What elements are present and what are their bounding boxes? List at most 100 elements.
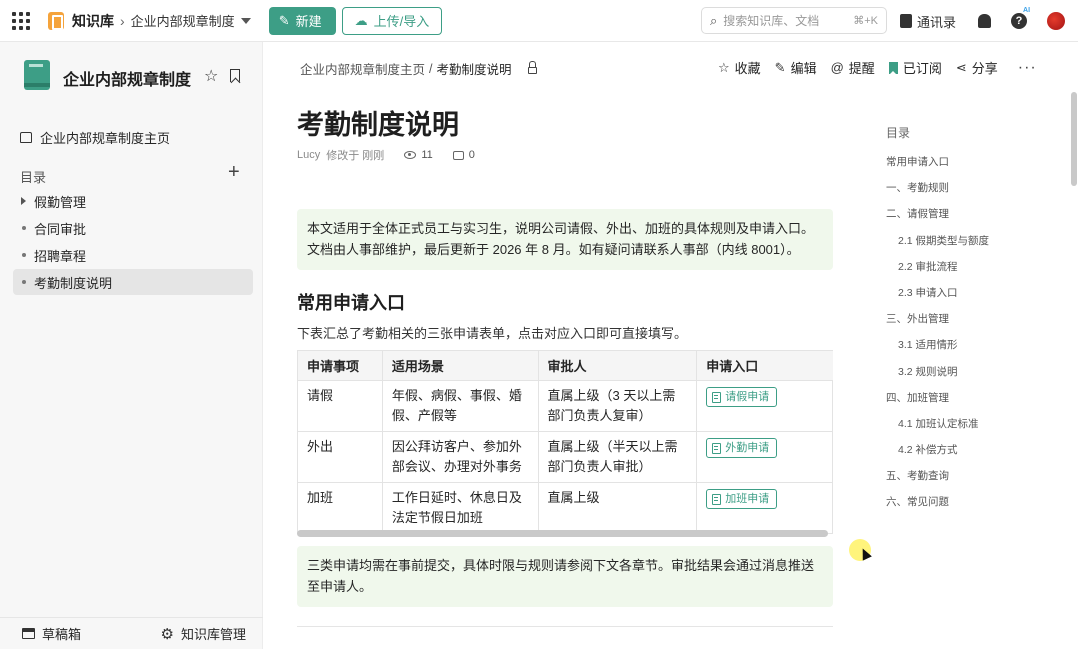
- table-cell: 请假: [297, 380, 383, 432]
- table-cell: 直属上级（半天以上需部门负责人审批）: [537, 431, 698, 483]
- star-icon[interactable]: ☆: [204, 66, 218, 86]
- top-right-tools: 通讯录 ? AI: [900, 0, 1066, 42]
- app-grid-icon[interactable]: [0, 0, 42, 42]
- home-link-label: 企业内部规章制度主页: [40, 131, 171, 146]
- outing-apply-button[interactable]: 外勤申请: [706, 438, 778, 458]
- cloud-upload-icon: ☁: [354, 12, 368, 28]
- outline-item[interactable]: 三、外出管理: [886, 312, 989, 338]
- section-heading: 常用申请入口: [297, 293, 405, 313]
- current-kb-selector[interactable]: 企业内部规章制度: [131, 11, 235, 30]
- outline-item[interactable]: 四、加班管理: [886, 391, 989, 417]
- bookmark-icon[interactable]: [230, 69, 240, 82]
- share-button[interactable]: ⋖ 分享: [956, 58, 998, 77]
- table-header: 申请入口: [696, 350, 833, 381]
- bell-icon[interactable]: [978, 14, 992, 28]
- view-count: 11: [404, 149, 433, 161]
- new-button[interactable]: ✎ 新建: [268, 6, 336, 35]
- comment-count-value: 0: [468, 149, 475, 161]
- knowledge-base-logo-icon: [48, 11, 64, 30]
- outline-item[interactable]: 3.2 规则说明: [886, 365, 989, 391]
- drafts-label: 草稿箱: [42, 627, 82, 642]
- table-cell: 直属上级: [537, 482, 698, 534]
- note-callout: 三类申请均需在事前提交，具体时限与规则请参阅下文各章节。审批结果会通过消息推送至…: [297, 546, 833, 607]
- search-input[interactable]: ⌕ 搜索知识库、文档 ⌘+K: [701, 7, 887, 34]
- chevron-down-icon[interactable]: [240, 17, 251, 24]
- doc-actions: ☆ 收藏 ✎ 编辑 @ 提醒 已订阅 ⋖ 分享 ···: [718, 58, 1037, 77]
- kb-home-link[interactable]: 企业内部规章制度主页: [20, 128, 170, 147]
- share-icon: ⋖: [955, 59, 967, 75]
- more-icon[interactable]: ···: [1018, 59, 1037, 77]
- new-button-label: 新建: [295, 14, 322, 29]
- outline-item[interactable]: 2.3 申请入口: [886, 286, 989, 312]
- outline-item[interactable]: 2.1 假期类型与额度: [886, 234, 989, 260]
- upload-button-label: 上传/导入: [373, 14, 430, 29]
- sidebar-item-attendance[interactable]: 考勤制度说明: [13, 269, 253, 295]
- modified-time: 修改于 刚刚: [326, 150, 385, 162]
- outline-item[interactable]: 五、考勤查询: [886, 469, 989, 495]
- doc-outline: 目录 常用申请入口 一、考勤规则 二、请假管理 2.1 假期类型与额度 2.2 审批流程…: [886, 124, 989, 522]
- page-vertical-scrollbar[interactable]: [1071, 92, 1077, 186]
- bullet-icon: [22, 253, 26, 257]
- outline-item[interactable]: 4.2 补偿方式: [886, 443, 989, 469]
- outline-item[interactable]: 4.1 加班认定标准: [886, 417, 989, 443]
- avatar[interactable]: [1047, 12, 1066, 30]
- leave-apply-button[interactable]: 请假申请: [706, 387, 778, 407]
- breadcrumb-current: 考勤制度说明: [436, 63, 512, 77]
- table-horizontal-scrollbar[interactable]: [297, 530, 828, 537]
- breadcrumb: 企业内部规章制度主页 / 考勤制度说明: [300, 59, 537, 78]
- outline-item[interactable]: 二、请假管理: [886, 207, 989, 233]
- clipboard-icon: [712, 493, 722, 505]
- subscribe-button[interactable]: 已订阅: [888, 58, 942, 77]
- section-description: 下表汇总了考勤相关的三张申请表单，点击对应入口即可直接填写。: [297, 326, 688, 341]
- outline-item[interactable]: 一、考勤规则: [886, 181, 989, 207]
- ai-badge: AI: [1023, 7, 1031, 14]
- lock-icon[interactable]: [527, 61, 537, 74]
- contacts-button[interactable]: 通讯录: [900, 12, 956, 31]
- outline-item[interactable]: 常用申请入口: [886, 155, 989, 181]
- clipboard-icon: [712, 442, 722, 454]
- view-count-value: 11: [421, 149, 433, 161]
- eye-icon: [404, 151, 417, 159]
- table-cell: 工作日延时、休息日及法定节假日加班: [381, 482, 539, 534]
- kb-manage-button[interactable]: ⚙ 知识库管理: [161, 624, 246, 643]
- sidebar-item-label: 假勤管理: [34, 194, 87, 210]
- star-icon: ☆: [718, 59, 730, 75]
- author-name[interactable]: Lucy: [297, 149, 320, 161]
- search-shortcut: ⌘+K: [853, 15, 878, 27]
- table-row: 加班 工作日延时、休息日及法定节假日加班 直属上级 加班申请: [297, 482, 833, 534]
- page-title: 考勤制度说明: [297, 110, 459, 140]
- sidebar-item-contract[interactable]: 合同审批: [13, 215, 253, 241]
- contacts-label: 通讯录: [917, 14, 957, 30]
- new-doc-icon: ✎: [278, 12, 290, 28]
- table-cell: 加班申请: [696, 482, 833, 534]
- drafts-button[interactable]: 草稿箱: [22, 624, 81, 643]
- breadcrumb-home[interactable]: 企业内部规章制度主页: [300, 59, 425, 78]
- app-name[interactable]: 知识库: [72, 11, 114, 31]
- outline-item[interactable]: 3.1 适用情形: [886, 338, 989, 364]
- apply-button-label: 请假申请: [725, 391, 770, 403]
- help-icon[interactable]: ? AI: [1011, 7, 1030, 29]
- divider: [297, 626, 833, 627]
- breadcrumb-separator: /: [429, 61, 433, 76]
- add-icon[interactable]: +: [228, 162, 240, 182]
- comment-count[interactable]: 0: [452, 149, 475, 161]
- favorite-button[interactable]: ☆ 收藏: [718, 58, 761, 77]
- bullet-icon: [22, 280, 26, 284]
- remind-button[interactable]: @ 提醒: [831, 58, 875, 77]
- manage-label: 知识库管理: [180, 627, 246, 642]
- table-header: 申请事项: [297, 350, 383, 381]
- upload-import-button[interactable]: ☁ 上传/导入: [341, 6, 443, 35]
- outline-item[interactable]: 六、常见问题: [886, 495, 989, 521]
- outline-item[interactable]: 2.2 审批流程: [886, 260, 989, 286]
- sidebar-item-leave[interactable]: 假勤管理: [13, 188, 253, 214]
- overtime-apply-button[interactable]: 加班申请: [706, 489, 778, 509]
- favorite-label: 收藏: [734, 61, 761, 76]
- sidebar-item-label: 合同审批: [34, 221, 87, 237]
- sidebar-item-recruit[interactable]: 招聘章程: [13, 242, 253, 268]
- gear-icon: ⚙: [160, 625, 174, 643]
- sidebar-item-label: 考勤制度说明: [34, 275, 113, 291]
- expand-arrow-icon[interactable]: [21, 197, 26, 205]
- table-cell: 请假申请: [696, 380, 833, 432]
- book-icon: [24, 60, 50, 90]
- edit-button[interactable]: ✎ 编辑: [775, 58, 817, 77]
